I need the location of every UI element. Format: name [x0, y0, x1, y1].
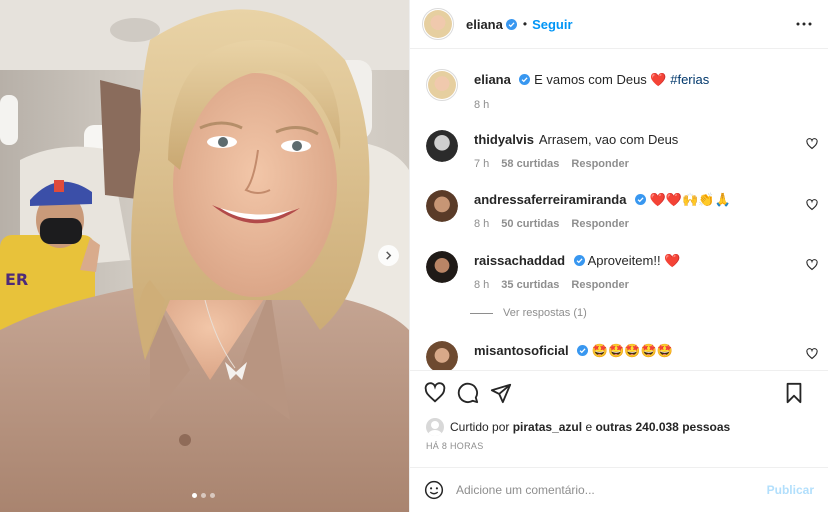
comment-username[interactable]: raissachaddad [474, 253, 565, 268]
comment-likes[interactable]: 58 curtidas [501, 158, 559, 170]
comment-row: andressaferreiramiranda ❤️❤️🙌👏🙏 8 h 50 c… [426, 190, 731, 230]
next-slide-button[interactable] [378, 245, 399, 266]
view-replies-button[interactable]: Ver respostas (1) [470, 307, 587, 319]
emoji-icon[interactable] [424, 480, 444, 500]
comment-text: Arrasem, vao com Deus [538, 132, 679, 147]
like-heart-icon[interactable] [424, 382, 446, 404]
comment-likes[interactable]: 35 curtidas [501, 279, 559, 291]
share-paper-plane-icon[interactable] [490, 382, 512, 404]
comment-avatar[interactable] [426, 190, 458, 222]
comment-username[interactable]: misantosoficial [474, 343, 569, 358]
verified-badge-icon [577, 345, 589, 356]
others-count[interactable]: outras 240.038 pessoas [595, 420, 730, 434]
post-time-ago: HÁ 8 HORAS [426, 441, 484, 451]
instagram-post: ER eliana • Seguir eliana E vamos com De… [0, 0, 828, 512]
post-panel: eliana • Seguir eliana E vamos com Deus … [409, 0, 828, 512]
verified-badge-icon [519, 74, 531, 85]
comment-username[interactable]: andressaferreiramiranda [474, 192, 626, 207]
like-comment-icon[interactable] [806, 348, 818, 360]
comment-input[interactable] [456, 483, 756, 497]
liked-by-prefix: Curtido por [450, 420, 510, 434]
selfie-image: ER [0, 0, 409, 512]
comment-avatar[interactable] [426, 251, 458, 283]
caption-avatar[interactable] [426, 69, 458, 101]
reply-button[interactable]: Responder [571, 279, 628, 291]
comment-text: ❤️❤️🙌👏🙏 [649, 192, 731, 207]
caption-time: 8 h [474, 99, 490, 111]
save-bookmark-icon[interactable] [783, 382, 805, 404]
comment-time: 8 h [474, 218, 490, 230]
comment-avatar[interactable] [426, 130, 458, 162]
comment-avatar[interactable] [426, 341, 458, 370]
comment-text: Aproveitem!! ❤️ [587, 253, 681, 268]
like-comment-icon[interactable] [806, 199, 818, 211]
liker-avatar[interactable] [426, 418, 444, 436]
header-separator: • [522, 17, 528, 31]
comment-row: raissachaddad Aproveitem!! ❤️ 8 h 35 cur… [426, 251, 680, 291]
carousel-dot [201, 493, 206, 498]
comment-row: thidyalvis Arrasem, vao com Deus 7 h 58 … [426, 130, 678, 170]
follow-button[interactable]: Seguir [532, 17, 572, 32]
reply-button[interactable]: Responder [571, 158, 628, 170]
comment-bubble-icon[interactable] [457, 382, 479, 404]
comment-composer: Publicar [410, 467, 828, 512]
like-comment-icon[interactable] [806, 259, 818, 271]
verified-badge-icon [573, 255, 585, 266]
comment-likes[interactable]: 50 curtidas [501, 218, 559, 230]
comment-username[interactable]: thidyalvis [474, 132, 534, 147]
more-options-icon[interactable] [796, 16, 812, 32]
view-replies-label: Ver respostas (1) [503, 307, 587, 319]
author-avatar[interactable] [422, 8, 454, 40]
caption-hashtag[interactable]: #ferias [670, 72, 709, 87]
chevron-right-icon [386, 251, 392, 260]
carousel-dot [210, 493, 215, 498]
caption-row: eliana E vamos com Deus ❤️ #ferias 8 h [426, 69, 709, 111]
post-photo[interactable]: ER [0, 0, 409, 512]
carousel-dot [192, 493, 197, 498]
comment-text: 🤩🤩🤩🤩🤩 [591, 343, 673, 358]
publish-button[interactable]: Publicar [767, 483, 814, 497]
comments-list[interactable]: eliana E vamos com Deus ❤️ #ferias 8 h t… [410, 50, 828, 370]
liked-by-line[interactable]: Curtido por piratas_azul e outras 240.03… [410, 415, 828, 439]
verified-badge-icon [505, 18, 517, 30]
replies-divider [470, 312, 493, 314]
reply-button[interactable]: Responder [571, 218, 628, 230]
verified-badge-icon [635, 194, 647, 205]
author-username[interactable]: eliana [466, 17, 503, 32]
caption-text: E vamos com Deus ❤️ [534, 72, 671, 87]
caption-username[interactable]: eliana [474, 72, 511, 87]
carousel-indicator [192, 493, 215, 498]
liked-by-middle: e [585, 420, 593, 434]
svg-text:ER: ER [5, 270, 28, 289]
liker-username[interactable]: piratas_azul [513, 420, 582, 434]
like-comment-icon[interactable] [806, 138, 818, 150]
comment-time: 8 h [474, 279, 490, 291]
post-header: eliana • Seguir [410, 0, 828, 49]
comment-row: misantosoficial 🤩🤩🤩🤩🤩 [426, 341, 673, 370]
post-actions: Curtido por piratas_azul e outras 240.03… [410, 370, 828, 451]
comment-time: 7 h [474, 158, 490, 170]
